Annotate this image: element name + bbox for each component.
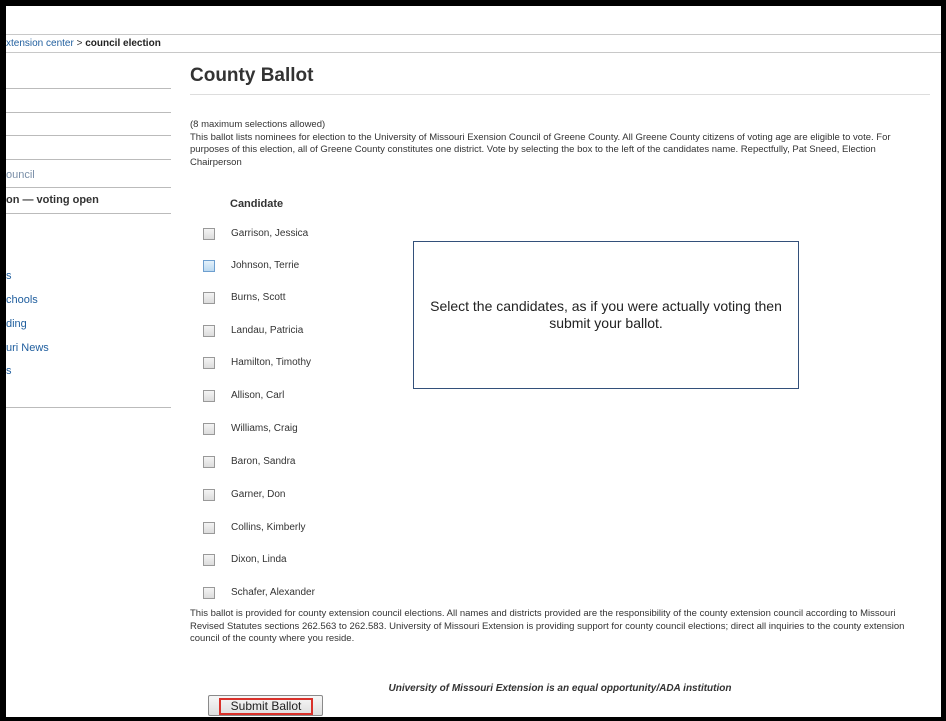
sidebar-item-link[interactable]: s	[6, 270, 171, 282]
candidate-checkbox[interactable]	[203, 292, 215, 304]
sidebar-item-election-voting-open[interactable]: on — voting open	[6, 194, 171, 206]
ballot-disclaimer: This ballot is provided for county exten…	[190, 608, 905, 644]
sidebar: ouncil on — voting open s chools ding ur…	[6, 53, 171, 713]
candidate-name: Allison, Carl	[231, 390, 285, 401]
sidebar-divider	[6, 187, 171, 188]
candidate-checkbox[interactable]	[203, 522, 215, 534]
page-title: County Ballot	[190, 65, 314, 86]
candidate-checkbox[interactable]	[203, 325, 215, 337]
sidebar-item-funding[interactable]: ding	[6, 318, 171, 330]
max-selections-note: (8 maximum selections allowed)	[190, 119, 326, 130]
sidebar-divider	[6, 213, 171, 214]
sidebar-item-schools[interactable]: chools	[6, 294, 171, 306]
candidate-checkbox[interactable]	[203, 587, 215, 599]
breadcrumb: xtension center > council election	[6, 35, 941, 53]
sidebar-divider	[6, 407, 171, 408]
ballot-intro: (8 maximum selections allowed) This ball…	[190, 119, 930, 169]
candidate-name: Landau, Patricia	[231, 325, 304, 336]
candidate-name: Dixon, Linda	[231, 554, 287, 565]
submit-ballot-label: Submit Ballot	[219, 697, 313, 715]
breadcrumb-separator: >	[76, 38, 83, 49]
submit-ballot-button[interactable]: Submit Ballot	[208, 695, 323, 716]
sidebar-divider	[6, 88, 171, 89]
candidate-name: Garner, Don	[231, 489, 286, 500]
candidate-name: Hamilton, Timothy	[231, 357, 312, 368]
candidate-checkbox[interactable]	[203, 423, 215, 435]
candidate-name: Collins, Kimberly	[231, 522, 306, 533]
candidate-checkbox[interactable]	[203, 357, 215, 369]
title-divider	[190, 94, 930, 95]
candidate-checkbox[interactable]	[203, 554, 215, 566]
candidate-name: Schafer, Alexander	[231, 587, 315, 598]
sidebar-divider	[6, 112, 171, 113]
candidate-name: Johnson, Terrie	[231, 260, 300, 271]
candidate-column-header: Candidate	[230, 198, 284, 210]
candidate-checkbox[interactable]	[203, 390, 215, 402]
candidate-checkbox[interactable]	[203, 228, 215, 240]
sidebar-divider	[6, 159, 171, 160]
candidate-checkbox[interactable]	[203, 456, 215, 468]
equal-opportunity-tagline: University of Missouri Extension is an e…	[388, 683, 732, 694]
candidate-checkbox[interactable]	[203, 489, 215, 501]
candidate-name: Baron, Sandra	[231, 456, 296, 467]
candidate-name: Williams, Craig	[231, 423, 298, 434]
ballot-description: This ballot lists nominees for election …	[190, 131, 891, 168]
sidebar-item-missouri-news[interactable]: uri News	[6, 342, 171, 354]
breadcrumb-current: council election	[85, 38, 161, 49]
sidebar-item-link[interactable]: s	[6, 365, 171, 377]
sidebar-divider	[6, 135, 171, 136]
breadcrumb-link-extension-center[interactable]: xtension center	[6, 38, 74, 49]
candidate-name: Burns, Scott	[231, 292, 286, 303]
instruction-callout: Select the candidates, as if you were ac…	[413, 241, 799, 389]
sidebar-item-council[interactable]: ouncil	[6, 169, 171, 181]
candidate-name: Garrison, Jessica	[231, 228, 309, 239]
candidate-checkbox[interactable]	[203, 260, 215, 272]
top-bar	[6, 6, 941, 35]
